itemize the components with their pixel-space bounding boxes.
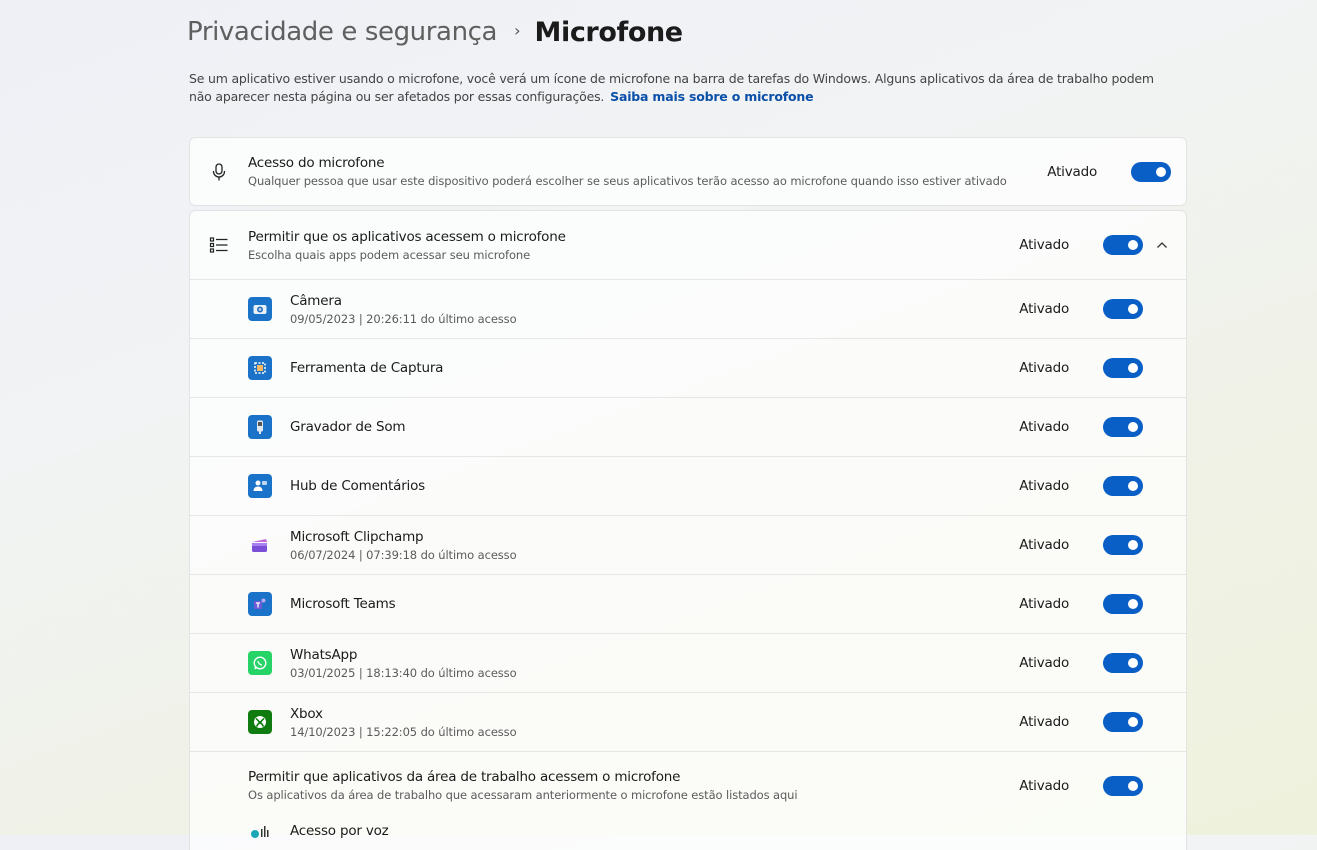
clipchamp-icon (248, 533, 272, 557)
app-name: Hub de Comentários (290, 478, 425, 494)
voice-access-icon (248, 823, 272, 842)
app-state: Ativado (1019, 596, 1069, 612)
desktop-app-item-voice-access: Acesso por voz (248, 823, 389, 839)
app-toggle-snipping-tool[interactable] (1103, 358, 1143, 378)
apps-access-header[interactable]: Permitir que os aplicativos acessem o mi… (190, 211, 1186, 279)
microphone-access-row: Acesso do microfone Qualquer pessoa que … (190, 138, 1186, 205)
feedback-hub-icon (248, 474, 272, 498)
breadcrumb: Privacidade e segurança › Microfone (187, 14, 683, 50)
snipping-tool-icon (248, 356, 272, 380)
app-state: Ativado (1019, 537, 1069, 553)
app-row-camera: Câmera 09/05/2023 | 20:26:11 do último a… (190, 279, 1186, 338)
app-name: Microsoft Teams (290, 596, 396, 612)
app-name: WhatsApp (290, 646, 358, 663)
desktop-apps-row: Permitir que aplicativos da área de trab… (190, 751, 1186, 819)
app-name: Câmera (290, 292, 342, 309)
app-toggle-camera[interactable] (1103, 299, 1143, 319)
app-name: Xbox (290, 705, 323, 722)
app-toggle-whatsapp[interactable] (1103, 653, 1143, 673)
page-title: Microfone (534, 16, 684, 48)
app-toggle-teams[interactable] (1103, 594, 1143, 614)
xbox-icon (248, 710, 272, 734)
page-description: Se um aplicativo estiver usando o microf… (189, 70, 1179, 106)
app-row-snipping-tool: Ferramenta de Captura Ativado (190, 338, 1186, 397)
app-state: Ativado (1019, 301, 1069, 317)
app-row-teams: Microsoft Teams Ativado (190, 574, 1186, 633)
desktop-apps-state: Ativado (1019, 777, 1069, 794)
apps-access-title: Permitir que os aplicativos acessem o mi… (248, 228, 566, 245)
learn-more-link[interactable]: Saiba mais sobre o microfone (610, 89, 813, 104)
app-name: Acesso por voz (290, 823, 389, 839)
list-icon (207, 233, 231, 257)
app-row-whatsapp: WhatsApp 03/01/2025 | 18:13:40 do último… (190, 633, 1186, 692)
microphone-access-card: Acesso do microfone Qualquer pessoa que … (189, 137, 1187, 206)
camera-app-icon (248, 297, 272, 321)
apps-access-state: Ativado (1019, 237, 1069, 253)
whatsapp-icon (248, 651, 272, 675)
app-row-feedback-hub: Hub de Comentários Ativado (190, 456, 1186, 515)
apps-access-card: Permitir que os aplicativos acessem o mi… (189, 210, 1187, 850)
microphone-access-toggle[interactable] (1131, 161, 1171, 182)
app-name: Gravador de Som (290, 419, 406, 435)
app-state: Ativado (1019, 714, 1069, 730)
microphone-access-state: Ativado (1047, 163, 1097, 180)
app-row-xbox: Xbox 14/10/2023 | 15:22:05 do último ace… (190, 692, 1186, 751)
app-last-access: 06/07/2024 | 07:39:18 do último acesso (290, 547, 517, 562)
apps-access-toggle[interactable] (1103, 235, 1143, 255)
chevron-up-icon[interactable] (1152, 235, 1172, 255)
desktop-apps-toggle[interactable] (1103, 775, 1143, 796)
app-row-sound-recorder: Gravador de Som Ativado (190, 397, 1186, 456)
microphone-access-subtitle: Qualquer pessoa que usar este dispositiv… (248, 174, 1007, 188)
app-last-access: 03/01/2025 | 18:13:40 do último acesso (290, 665, 517, 680)
chevron-right-icon: › (514, 20, 521, 40)
app-row-clipchamp: Microsoft Clipchamp 06/07/2024 | 07:39:1… (190, 515, 1186, 574)
apps-access-subtitle: Escolha quais apps podem acessar seu mic… (248, 247, 531, 262)
microphone-icon (207, 160, 231, 184)
desktop-apps-subtitle: Os aplicativos da área de trabalho que a… (248, 788, 798, 802)
desktop-apps-title: Permitir que aplicativos da área de trab… (248, 769, 681, 785)
app-last-access: 14/10/2023 | 15:22:05 do último acesso (290, 724, 517, 739)
sound-recorder-icon (248, 415, 272, 439)
app-state: Ativado (1019, 655, 1069, 671)
breadcrumb-parent[interactable]: Privacidade e segurança (187, 17, 497, 47)
app-toggle-sound-recorder[interactable] (1103, 417, 1143, 437)
app-toggle-xbox[interactable] (1103, 712, 1143, 732)
app-name: Ferramenta de Captura (290, 360, 444, 376)
app-state: Ativado (1019, 478, 1069, 494)
app-name: Microsoft Clipchamp (290, 528, 424, 545)
microphone-access-title: Acesso do microfone (248, 155, 385, 171)
app-last-access: 09/05/2023 | 20:26:11 do último acesso (290, 311, 517, 326)
teams-icon (248, 592, 272, 616)
app-toggle-clipchamp[interactable] (1103, 535, 1143, 555)
app-state: Ativado (1019, 419, 1069, 435)
app-toggle-feedback-hub[interactable] (1103, 476, 1143, 496)
app-state: Ativado (1019, 360, 1069, 376)
